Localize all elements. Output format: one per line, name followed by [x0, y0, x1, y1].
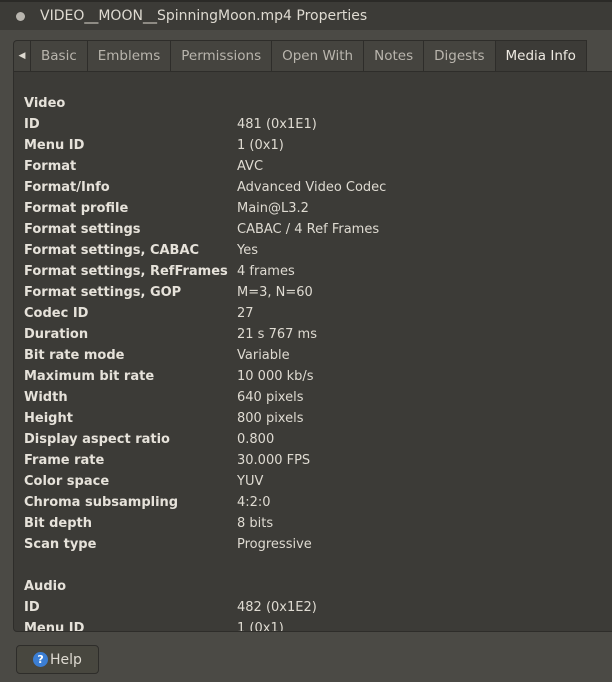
info-value: 481 (0x1E1) — [237, 117, 317, 132]
info-row: Height 800 pixels — [24, 408, 612, 429]
info-row: Scan type Progressive — [24, 534, 612, 555]
info-row: ID 482 (0x1E2) — [24, 597, 612, 618]
window-title: VIDEO__MOON__SpinningMoon.mp4 Properties — [40, 8, 368, 24]
info-value: 4:2:0 — [237, 495, 271, 510]
info-row — [24, 555, 612, 576]
info-value: Variable — [237, 348, 290, 363]
info-value: 30.000 FPS — [237, 453, 311, 468]
info-value: CABAC / 4 Ref Frames — [237, 222, 380, 237]
info-value: M=3, N=60 — [237, 285, 313, 300]
info-label: Bit rate mode — [24, 348, 125, 363]
info-row: Maximum bit rate 10 000 kb/s — [24, 366, 612, 387]
info-label: Video — [24, 96, 66, 111]
tab-emblems[interactable]: Emblems — [87, 40, 172, 71]
info-value: Yes — [237, 243, 258, 258]
info-value: Progressive — [237, 537, 312, 552]
help-button[interactable]: ? Help — [16, 645, 99, 674]
info-value: 0.800 — [237, 432, 275, 447]
info-label: Color space — [24, 474, 110, 489]
info-label: Bit depth — [24, 516, 93, 531]
info-label: Menu ID — [24, 621, 85, 632]
info-value: AVC — [237, 159, 264, 174]
info-row: Duration 21 s 767 ms — [24, 324, 612, 345]
info-label: Format profile — [24, 201, 129, 216]
tab-permissions[interactable]: Permissions — [171, 40, 273, 71]
info-label: Format — [24, 159, 77, 174]
info-label: ID — [24, 117, 40, 132]
info-value: 482 (0x1E2) — [237, 600, 317, 615]
info-row: Menu ID 1 (0x1) — [24, 618, 612, 632]
info-row: Format profile Main@L3.2 — [24, 198, 612, 219]
info-label: Scan type — [24, 537, 97, 552]
tab-notes[interactable]: Notes — [364, 40, 425, 71]
info-label: Chroma subsampling — [24, 495, 179, 510]
info-label: Format settings, CABAC — [24, 243, 200, 258]
info-value: 8 bits — [237, 516, 274, 531]
info-value: 21 s 767 ms — [237, 327, 317, 342]
info-label: Frame rate — [24, 453, 105, 468]
tab-basic[interactable]: Basic — [31, 40, 88, 71]
section-heading: Video — [24, 93, 612, 114]
info-value: Main@L3.2 — [237, 201, 309, 216]
info-row: Display aspect ratio 0.800 — [24, 429, 612, 450]
info-value: 800 pixels — [237, 411, 304, 426]
info-row: Menu ID 1 (0x1) — [24, 135, 612, 156]
info-row: Frame rate 30.000 FPS — [24, 450, 612, 471]
info-label: Height — [24, 411, 73, 426]
info-label: Duration — [24, 327, 89, 342]
info-row: Format settings CABAC / 4 Ref Frames — [24, 219, 612, 240]
help-label: Help — [50, 651, 82, 668]
info-row: Codec ID 27 — [24, 303, 612, 324]
info-label: Format/Info — [24, 180, 110, 195]
info-value: 1 (0x1) — [237, 138, 284, 153]
info-label: Maximum bit rate — [24, 369, 155, 384]
info-row: Format/Info Advanced Video Codec — [24, 177, 612, 198]
title-bar: VIDEO__MOON__SpinningMoon.mp4 Properties — [0, 0, 612, 30]
tab-bar: ◀ Basic Emblems Permissions Open With Notes D… — [13, 40, 587, 71]
info-row: Format settings, RefFrames 4 frames — [24, 261, 612, 282]
info-label: Menu ID — [24, 138, 85, 153]
info-label: Width — [24, 390, 68, 405]
info-row: Color space YUV — [24, 471, 612, 492]
window-close-icon[interactable] — [16, 11, 25, 21]
section-heading: Audio — [24, 576, 612, 597]
info-row: Bit depth 8 bits — [24, 513, 612, 534]
info-label: Codec ID — [24, 306, 89, 321]
info-value: 640 pixels — [237, 390, 304, 405]
info-row: Bit rate mode Variable — [24, 345, 612, 366]
info-row: ID 481 (0x1E1) — [24, 114, 612, 135]
info-value: YUV — [237, 474, 264, 489]
info-value: 27 — [237, 306, 254, 321]
info-label: ID — [24, 600, 40, 615]
info-row: Format settings, CABAC Yes — [24, 240, 612, 261]
info-label: Format settings, GOP — [24, 285, 182, 300]
info-row: Chroma subsampling 4:2:0 — [24, 492, 612, 513]
info-value: Advanced Video Codec — [237, 180, 387, 195]
info-row: Format settings, GOP M=3, N=60 — [24, 282, 612, 303]
media-info-panel[interactable]: Video ID 481 (0x1E1) Menu ID 1 (0x1) Format AV… — [13, 71, 612, 632]
help-icon: ? — [33, 652, 49, 667]
info-label: Display aspect ratio — [24, 432, 170, 447]
info-row: Format AVC — [24, 156, 612, 177]
info-value: 10 000 kb/s — [237, 369, 314, 384]
info-label: Format settings, RefFrames — [24, 264, 228, 279]
tab-scroll-left-icon[interactable]: ◀ — [13, 40, 31, 71]
info-label: Audio — [24, 579, 67, 594]
tab-digests[interactable]: Digests — [424, 40, 496, 71]
tab-open-with[interactable]: Open With — [272, 40, 365, 71]
tab-media-info[interactable]: Media Info — [495, 40, 587, 71]
info-row: Width 640 pixels — [24, 387, 612, 408]
info-label: Format settings — [24, 222, 141, 237]
info-value: 4 frames — [237, 264, 295, 279]
info-value: 1 (0x1) — [237, 621, 284, 632]
